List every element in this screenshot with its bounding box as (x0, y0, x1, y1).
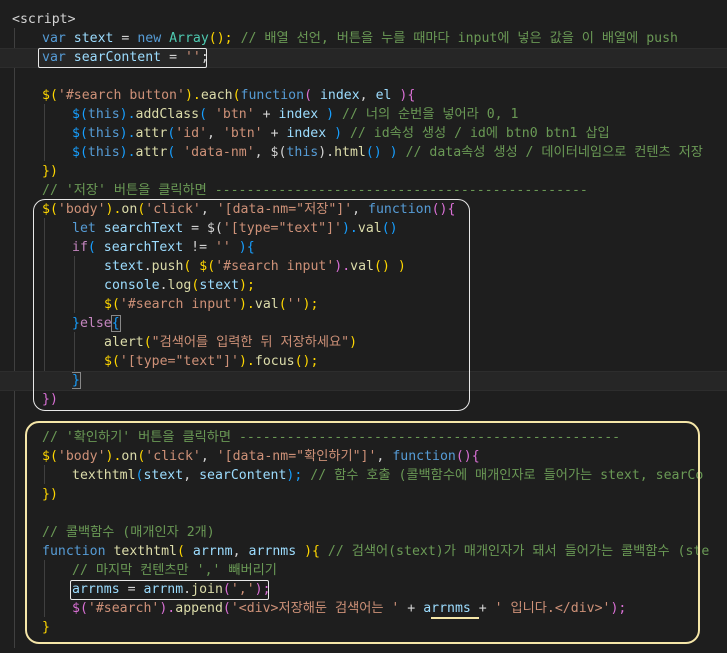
code-line-32[interactable]: $('#search').append('<div>저장해둔 검색어는 ' + … (72, 599, 727, 618)
code-line-26[interactable]: }) (42, 485, 727, 504)
code-line-8[interactable]: $(this).attr( 'data-nm', $(this).html() … (72, 143, 727, 162)
code-line-21[interactable]: }) (42, 390, 727, 409)
code-line-31[interactable]: arrnms = arrnm.join(','); (72, 580, 727, 599)
code-line-28[interactable]: // 콜백함수 (매개인자 2개) (42, 523, 727, 542)
code-line-7[interactable]: $(this).attr('id', 'btn' + index ) // id… (72, 124, 727, 143)
code-line-24[interactable]: $('body').on('click', '[data-nm="확인하기"]'… (42, 447, 727, 466)
code-line-3[interactable]: var searContent = ''; (42, 48, 727, 67)
code-line-2[interactable]: var stext = new Array(); // 배열 선언, 버튼을 누… (42, 29, 727, 48)
code-line-6[interactable]: $(this).addClass( 'btn' + index ) // 너의 … (72, 105, 727, 124)
code-line-30[interactable]: // 마지막 컨텐츠만 ',' 빼버리기 (72, 561, 727, 580)
code-line-16[interactable]: $('#search input').val(''); (104, 295, 727, 314)
code-line-19[interactable]: $('[type="text"]').focus(); (104, 352, 727, 371)
code-line-17[interactable]: }else{ (72, 314, 727, 333)
code-line-9[interactable]: }) (42, 162, 727, 181)
code-line-13[interactable]: if( searchText != '' ){ (72, 238, 727, 257)
code-line-29[interactable]: function texthtml( arrnm, arrnms ){ // 검… (42, 542, 727, 561)
code-line-20[interactable]: } (72, 371, 727, 390)
code-line-11[interactable]: $('body').on('click', '[data-nm="저장"]', … (42, 200, 727, 219)
code-line-18[interactable]: alert("검색어를 입력한 뒤 저장하세요") (104, 333, 727, 352)
code-editor[interactable]: <script> var stext = new Array(); // 배열 … (0, 0, 727, 653)
code-line-5[interactable]: $('#search button').each(function( index… (42, 86, 727, 105)
code-line-33[interactable]: } (42, 618, 727, 637)
code-line-1[interactable]: <script> (12, 10, 727, 29)
code-line-23[interactable]: // '확인하기' 버튼을 클릭하면 ---------------------… (42, 428, 727, 447)
code-line-10[interactable]: // '저장' 버튼을 클릭하면 -----------------------… (42, 181, 727, 200)
code-line-15[interactable]: console.log(stext); (104, 276, 727, 295)
code-line-25[interactable]: texthtml(stext, searContent); // 함수 호출 (… (72, 466, 727, 485)
code-line-14[interactable]: stext.push( $('#search input').val() ) (104, 257, 727, 276)
code-line-12[interactable]: let searchText = $('[type="text"]').val(… (72, 219, 727, 238)
